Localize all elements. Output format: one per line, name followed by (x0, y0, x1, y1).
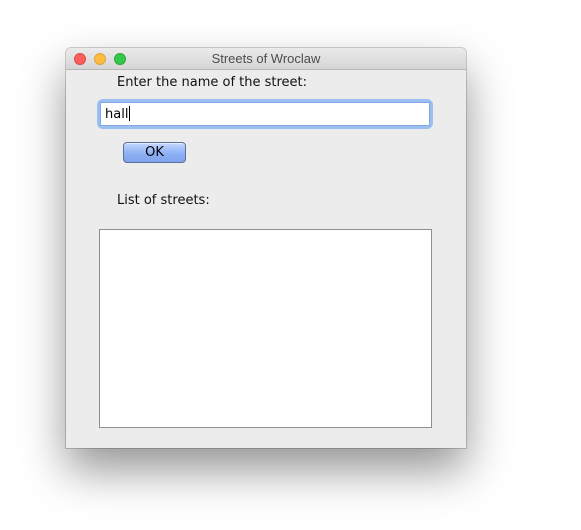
app-window: Streets of Wroclaw Enter the name of the… (66, 48, 466, 448)
list-of-streets-label: List of streets: (117, 193, 210, 208)
ok-button[interactable]: OK (123, 142, 186, 163)
street-name-value: hall (105, 107, 129, 122)
street-name-label: Enter the name of the street: (117, 75, 308, 90)
window-title: Streets of Wroclaw (211, 51, 321, 66)
streets-list[interactable] (99, 229, 432, 428)
title-bar[interactable]: Streets of Wroclaw (66, 48, 466, 70)
street-name-input[interactable]: hall (100, 102, 430, 126)
text-cursor (129, 106, 131, 121)
street-input-container[interactable]: hall (100, 102, 430, 126)
